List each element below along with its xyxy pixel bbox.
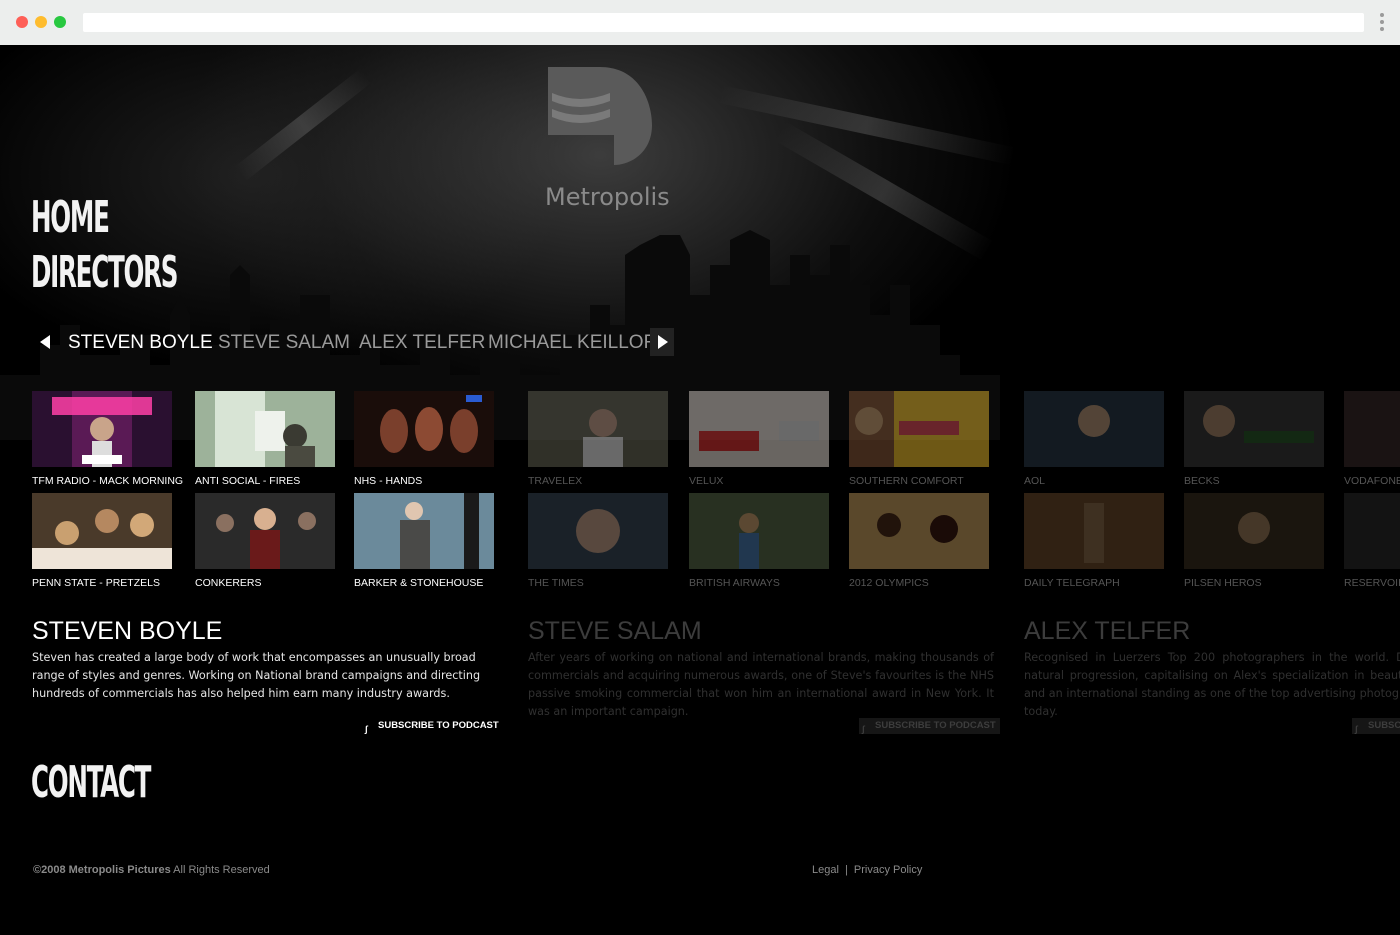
work-thumbnail[interactable]: BARKER & STONEHOUSE [354, 493, 494, 589]
director-tab-alex-telfer[interactable]: ALEX TELFER [359, 332, 485, 354]
browser-menu-icon[interactable] [1379, 13, 1385, 33]
work-caption: ANTI SOCIAL - FIRES [195, 475, 301, 487]
video-still-image [354, 493, 494, 569]
director-bio: Steven has created a large body of work … [32, 651, 481, 700]
work-caption: NHS - HANDS [354, 475, 423, 487]
video-still-image [689, 493, 829, 569]
video-still-image [354, 391, 494, 467]
subscribe-podcast-button[interactable]: ∫ SUBSCRIBE TO PODCAST [1352, 718, 1400, 734]
video-still-image [1184, 493, 1324, 569]
work-thumbnail[interactable]: DAILY TELEGRAPH [1024, 493, 1164, 589]
brand-logo-text: Metropolis [545, 183, 670, 211]
video-still-image [528, 391, 668, 467]
video-still-image [195, 493, 335, 569]
director-tab-steven-boyle[interactable]: STEVEN BOYLE [68, 332, 213, 354]
video-still-image [195, 391, 335, 467]
work-thumbnail[interactable]: RESERVOIR [1344, 493, 1400, 589]
work-thumbnail[interactable]: TRAVELEX [528, 391, 668, 487]
carousel-next-arrow-icon[interactable] [650, 328, 674, 356]
rss-icon: ∫ [365, 724, 368, 734]
video-still-image [528, 493, 668, 569]
director-tab-michael-keillor[interactable]: MICHAEL KEILLOR [488, 332, 657, 354]
work-thumbnail[interactable]: SOUTHERN COMFORT [849, 391, 989, 487]
work-thumbnail[interactable]: CONKERERS [195, 493, 335, 589]
nav-home-link[interactable]: HOME [31, 192, 110, 243]
carousel-prev-arrow-icon[interactable] [40, 335, 50, 349]
video-still-image [1024, 391, 1164, 467]
footer-copyright: ©2008 Metropolis Pictures All Rights Res… [33, 864, 270, 876]
rss-icon: ∫ [862, 724, 865, 734]
work-thumbnail[interactable]: AOL [1024, 391, 1164, 487]
work-thumbnail[interactable]: TFM RADIO - MACK MORNING [32, 391, 184, 487]
work-thumbnail[interactable]: ANTI SOCIAL - FIRES [195, 391, 335, 487]
director-tab-steve-salam[interactable]: STEVE SALAM [218, 332, 350, 354]
work-thumbnail[interactable]: BRITISH AIRWAYS [689, 493, 829, 589]
work-thumbnail[interactable]: PENN STATE - PRETZELS [32, 493, 172, 589]
work-caption: VODAFONE [1344, 475, 1400, 487]
work-caption: THE TIMES [528, 577, 584, 589]
work-caption: RESERVOIR [1344, 577, 1400, 589]
legal-link[interactable]: Legal [812, 864, 839, 876]
maximize-window-button[interactable] [54, 16, 66, 28]
video-still-image [689, 391, 829, 467]
copyright-company: ©2008 Metropolis Pictures [33, 864, 171, 876]
subscribe-podcast-label: SUBSCRIBE TO PODCAST [875, 720, 996, 731]
work-caption: PILSEN HEROS [1184, 577, 1262, 589]
work-caption: TRAVELEX [528, 475, 583, 487]
minimize-window-button[interactable] [35, 16, 47, 28]
work-thumbnail[interactable]: VODAFONE [1344, 391, 1400, 487]
subscribe-podcast-button[interactable]: ∫ SUBSCRIBE TO PODCAST [362, 718, 503, 734]
work-thumbnail[interactable]: 2012 OLYMPICS [849, 493, 989, 589]
subscribe-podcast-label: SUBSCRIBE TO PODCAST [1368, 720, 1400, 731]
director-name: STEVE SALAM [528, 617, 702, 645]
address-bar[interactable] [83, 13, 1364, 32]
director-name: STEVEN BOYLE [32, 617, 223, 645]
work-caption: TFM RADIO - MACK MORNING [32, 475, 184, 487]
work-caption: PENN STATE - PRETZELS [32, 577, 160, 589]
work-caption: BECKS [1184, 475, 1220, 487]
video-still-image [32, 493, 172, 569]
rss-icon: ∫ [1355, 724, 1358, 734]
work-thumbnail[interactable]: BECKS [1184, 391, 1324, 487]
video-still-image [849, 493, 989, 569]
director-name: ALEX TELFER [1024, 617, 1191, 645]
subscribe-podcast-label: SUBSCRIBE TO PODCAST [378, 720, 499, 731]
work-caption: AOL [1024, 475, 1046, 487]
privacy-policy-link[interactable]: Privacy Policy [854, 864, 922, 876]
subscribe-podcast-button[interactable]: ∫ SUBSCRIBE TO PODCAST [859, 718, 1000, 734]
work-caption: 2012 OLYMPICS [849, 577, 929, 589]
work-caption: BRITISH AIRWAYS [689, 577, 780, 589]
footer-links: Legal | Privacy Policy [812, 864, 922, 876]
work-caption: CONKERERS [195, 577, 262, 589]
video-still-image [1344, 493, 1400, 569]
video-still-image [1184, 391, 1324, 467]
director-bio: After years of working on national and i… [528, 651, 994, 718]
browser-chrome [0, 0, 1400, 45]
video-still-image [32, 391, 172, 467]
work-caption: DAILY TELEGRAPH [1024, 577, 1120, 589]
work-thumbnail[interactable]: THE TIMES [528, 493, 668, 589]
work-caption: SOUTHERN COMFORT [849, 475, 964, 487]
video-still-image [1024, 493, 1164, 569]
video-still-image [849, 391, 989, 467]
work-caption: BARKER & STONEHOUSE [354, 577, 484, 589]
director-bio: Recognised in Luerzers Top 200 photograp… [1024, 651, 1400, 718]
nav-contact-link[interactable]: CONTACT [31, 757, 151, 808]
work-thumbnail[interactable]: VELUX [689, 391, 829, 487]
copyright-rights: All Rights Reserved [170, 864, 270, 876]
video-still-image [1344, 391, 1400, 467]
work-thumbnail[interactable]: PILSEN HEROS [1184, 493, 1324, 589]
footer-separator: | [844, 864, 848, 876]
work-caption: VELUX [689, 475, 724, 487]
work-thumbnail[interactable]: NHS - HANDS [354, 391, 494, 487]
close-window-button[interactable] [16, 16, 28, 28]
nav-directors-link[interactable]: DIRECTORS [31, 247, 178, 298]
page: Metropolis HOME DIRECTORS STEVEN BOYLE S… [0, 45, 1400, 935]
